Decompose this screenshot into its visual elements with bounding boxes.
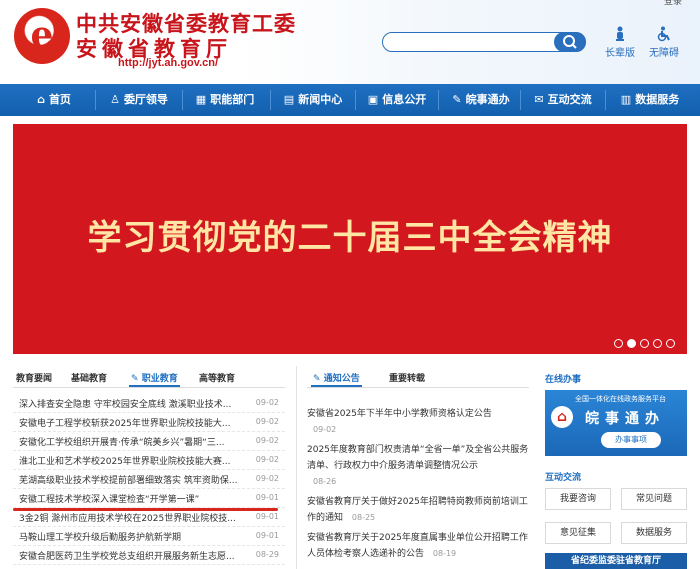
- main-nav: ⌂ 首页 ♙ 委厅领导 ▦ 职能部门 ▤ 新闻中心 ▣ 信息公开 ✎ 皖事通办 ✉ 互动交流 …: [0, 84, 700, 116]
- tab-vocational-education[interactable]: ✎ 职业教育: [129, 371, 180, 387]
- list-item[interactable]: 安徽合肥医药卫生学校党总支组织开展服务新生志愿... 08-29: [13, 546, 285, 565]
- notice-tabs: ✎ 通知公告 重要转载: [307, 366, 529, 388]
- accessibility-label: 无障碍: [649, 48, 679, 59]
- accessibility-button[interactable]: 无障碍: [644, 26, 684, 59]
- notice-item[interactable]: 安徽省教育厅关于2025年度直属事业单位公开招聘工作人员体检考察人选递补的公告 …: [307, 530, 529, 562]
- wanshi-tongban-card[interactable]: ⌂ 全国一体化在线政务服务平台 皖事通办 办事事项: [545, 390, 687, 456]
- list-item[interactable]: 安徽工程技术学校深入课堂检查“开学第一课” 09-01: [13, 489, 285, 508]
- elder-mode-button[interactable]: 长辈版: [600, 26, 640, 59]
- accessibility-icon: [644, 26, 684, 42]
- tab-notices[interactable]: ✎ 通知公告: [311, 371, 362, 387]
- discipline-banner[interactable]: 省纪委监委驻省教育厅: [545, 553, 687, 569]
- elder-icon: [600, 26, 640, 42]
- list-item[interactable]: 马鞍山理工学校升级后勤服务护航新学期 09-01: [13, 527, 285, 546]
- news-panel: 教育要闻 基础教育 ✎ 职业教育 高等教育 深入排查安全隐患 守牢校园安全底线 …: [13, 366, 285, 569]
- sidebar-panel: 在线办事 ⌂ 全国一体化在线政务服务平台 皖事通办 办事事项 互动交流 我要咨询…: [545, 366, 687, 569]
- list-item[interactable]: 深入排查安全隐患 守牢校园安全底线 激溪职业技术... 09-02: [13, 394, 285, 413]
- notice-item[interactable]: 安徽省教育厅关于做好2025年招聘特岗教师岗前培训工作的通知 08-25: [307, 494, 529, 526]
- banner-dot[interactable]: [640, 339, 649, 348]
- nav-item-home[interactable]: ⌂ 首页: [26, 84, 82, 116]
- notice-item[interactable]: 安徽省2025年下半年中小学教师资格认定公告 09-02: [307, 406, 529, 438]
- platform-label: 全国一体化在线政务服务平台: [575, 395, 666, 403]
- nav-item-info[interactable]: ▣ 信息公开: [362, 84, 432, 116]
- tab-higher-education: 高等教育: [199, 374, 236, 384]
- consult-button[interactable]: 我要咨询: [545, 488, 611, 510]
- notice-item[interactable]: 2025年度教育部门权责清单“全省一单”及全省公共服务清单、行政权力中介服务清单…: [307, 442, 529, 490]
- wanshi-logo-icon: ⌂: [551, 406, 573, 428]
- home-icon: ⌂: [37, 93, 45, 106]
- site-logo-icon[interactable]: e: [14, 8, 70, 64]
- info-icon: ▣: [367, 93, 379, 106]
- tab-basic-education[interactable]: 基础教育: [71, 371, 107, 384]
- nav-item-leaders[interactable]: ♙ 委厅领导: [104, 84, 174, 116]
- tab-education-news[interactable]: 教育要闻: [16, 371, 52, 384]
- online-service-heading: 在线办事: [545, 375, 582, 385]
- search-input[interactable]: [391, 35, 551, 49]
- search-icon: [563, 35, 577, 49]
- nav-item-interaction[interactable]: ✉ 互动交流: [528, 84, 598, 116]
- list-item[interactable]: 芜湖高级职业技术学校提前部署细致落实 筑牢资助保... 09-02: [13, 470, 285, 489]
- interaction-icon: ✉: [534, 93, 544, 106]
- notice-panel: ✎ 通知公告 重要转载 安徽省2025年下半年中小学教师资格认定公告 09-02 …: [307, 366, 529, 569]
- nav-item-service[interactable]: ✎ 皖事通办: [446, 84, 516, 116]
- elder-mode-label: 长辈版: [605, 48, 635, 59]
- list-item[interactable]: 安徽化工学校组织开展青·传承“皖美乡兴”暑期“三... 09-02: [13, 432, 285, 451]
- site-header: e 中共安徽省委教育工委 安徽省教育厅 http://jyt.ah.gov.cn…: [0, 0, 700, 84]
- leaders-icon: ♙: [110, 93, 120, 106]
- nav-item-departments[interactable]: ▦ 职能部门: [190, 84, 260, 116]
- column-divider: [296, 366, 297, 569]
- login-link[interactable]: 登录: [664, 0, 682, 7]
- edit-icon: ✎: [131, 374, 139, 384]
- list-item[interactable]: 淮北工业和艺术学校2025年世界职业院校技能大赛... 09-02: [13, 451, 285, 470]
- banner-text: 学习贯彻党的二十届三中全会精神: [87, 218, 613, 258]
- brand-label: 皖事通办: [585, 411, 665, 427]
- data-icon: ▥: [620, 93, 632, 106]
- hero-banner[interactable]: 学习贯彻党的二十届三中全会精神: [13, 124, 687, 354]
- interaction-heading: 互动交流: [545, 473, 582, 483]
- search-box[interactable]: [382, 32, 586, 52]
- data-service-button[interactable]: 数据服务: [621, 522, 687, 544]
- list-item[interactable]: 安徽电子工程学校斩获2025年世界职业院校技能大... 09-02: [13, 413, 285, 432]
- service-icon: ✎: [452, 93, 462, 106]
- edit-icon: ✎: [313, 374, 321, 384]
- search-button[interactable]: [554, 32, 586, 52]
- news-tabs: 教育要闻 基础教育 ✎ 职业教育 高等教育: [13, 366, 285, 388]
- tab-reprints[interactable]: 重要转载: [389, 371, 425, 384]
- site-url[interactable]: http://jyt.ah.gov.cn/: [118, 57, 218, 69]
- banner-dot[interactable]: [653, 339, 662, 348]
- service-items-button[interactable]: 办事事项: [601, 432, 661, 448]
- departments-icon: ▦: [195, 93, 207, 106]
- banner-dot-active[interactable]: [627, 339, 636, 348]
- highlight-underline: [13, 508, 278, 511]
- faq-button[interactable]: 常见问题: [621, 488, 687, 510]
- news-icon: ▤: [283, 93, 295, 106]
- opinion-button[interactable]: 意见征集: [545, 522, 611, 544]
- banner-dot[interactable]: [666, 339, 675, 348]
- banner-dot[interactable]: [614, 339, 623, 348]
- nav-item-news[interactable]: ▤ 新闻中心: [278, 84, 348, 116]
- nav-item-data[interactable]: ▥ 数据服务: [612, 84, 688, 116]
